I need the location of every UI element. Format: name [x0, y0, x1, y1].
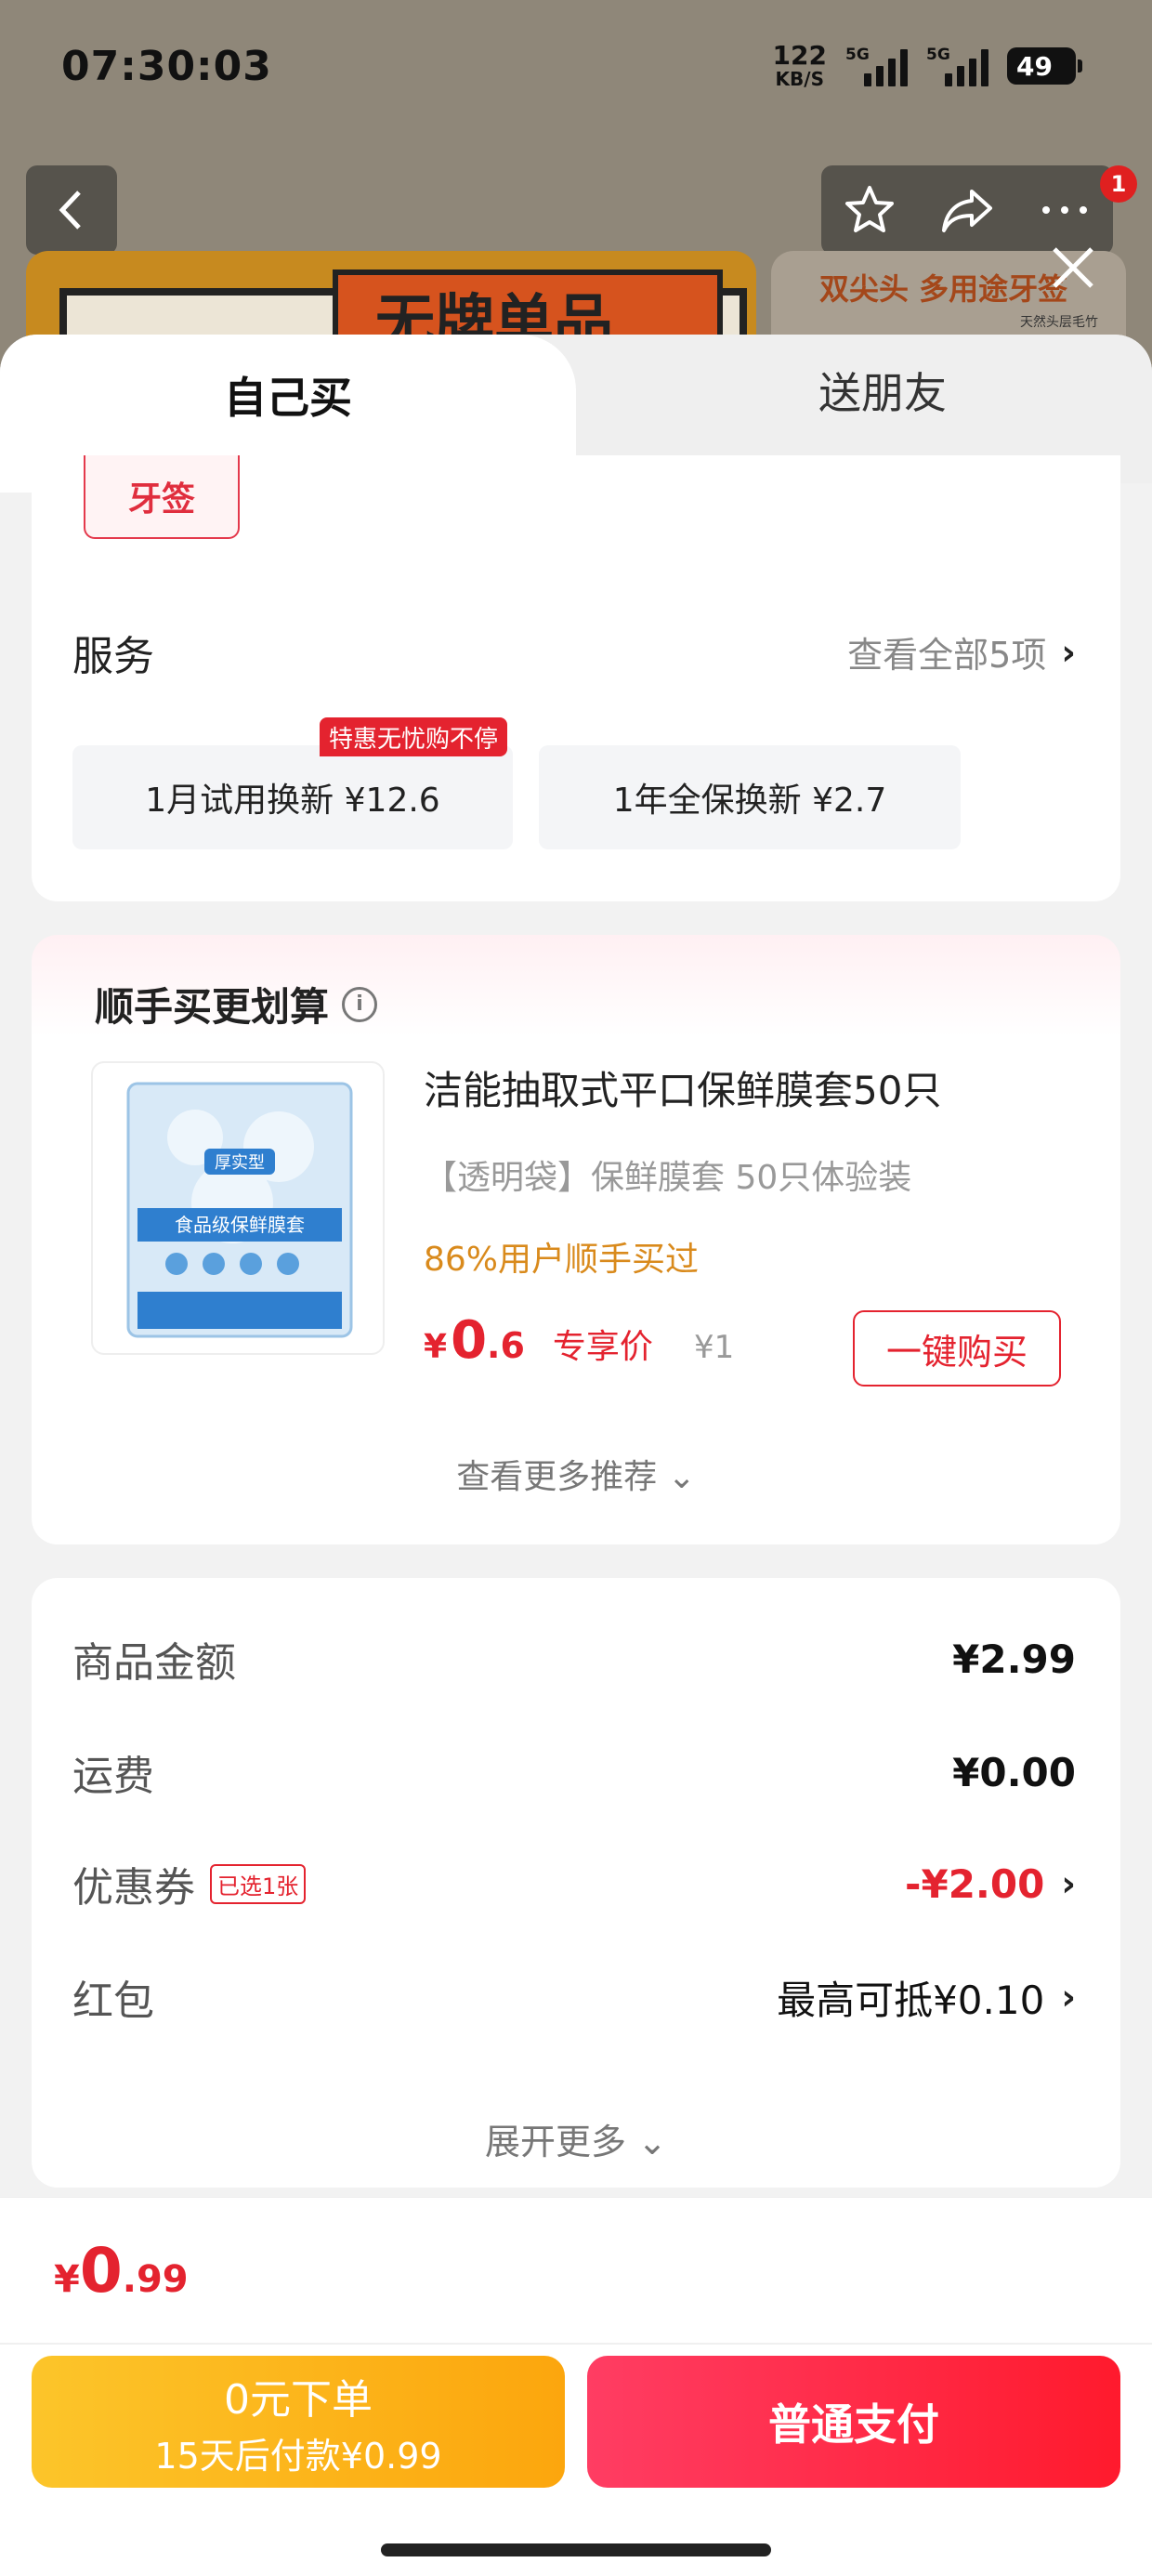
battery-icon: 49 — [1007, 47, 1082, 85]
status-time: 07:30:03 — [61, 43, 272, 90]
home-indicator[interactable] — [381, 2543, 771, 2556]
signal-2-label: 5G — [926, 46, 950, 64]
status-bar: 07:30:03 122 KB/S 5G 5G 49 — [0, 0, 1152, 139]
summary-row-coupon[interactable]: 优惠券 已选1张 -¥2.00 › — [72, 1851, 1076, 1916]
red-packet-label: 红包 — [72, 1978, 154, 2025]
divider — [0, 2343, 1152, 2345]
total-symbol: ¥ — [54, 2258, 80, 2301]
product-package-image: 厚实型 食品级保鲜膜套 — [126, 1082, 353, 1338]
bottom-action-bar: ¥ 0 .99 0元下单 15天后付款¥0.99 普通支付 — [0, 2197, 1152, 2576]
notification-badge: 1 — [1100, 165, 1137, 203]
product-price: ¥ 0 .6 专享价 ¥1 — [424, 1310, 734, 1371]
service-option-trial-replace[interactable]: 1月试用换新 ¥12.6 — [72, 745, 513, 849]
coupon-label-group: 优惠券 已选1张 — [72, 1854, 307, 1913]
goods-amount-value: ¥2.99 — [952, 1636, 1076, 1682]
zero-down-order-button[interactable]: 0元下单 15天后付款¥0.99 — [32, 2356, 565, 2488]
recommendation-title: 顺手买更划算 — [95, 984, 330, 1030]
shipping-value: ¥0.00 — [952, 1749, 1076, 1795]
zero-down-title: 0元下单 — [224, 2375, 373, 2424]
original-price: ¥1 — [693, 1329, 735, 1366]
info-icon[interactable]: i — [342, 986, 378, 1022]
status-icons: 122 KB/S 5G 5G 49 — [772, 40, 1082, 90]
price-symbol: ¥ — [424, 1328, 448, 1366]
more-icon[interactable] — [1037, 201, 1093, 219]
battery-level: 49 — [1016, 50, 1053, 82]
chevron-right-icon: › — [1061, 1977, 1076, 2017]
product-image-label-2: 食品级保鲜膜套 — [175, 1214, 305, 1236]
coupon-label: 优惠券 — [72, 1864, 195, 1912]
product-social-proof: 86%用户顺手买过 — [424, 1241, 700, 1279]
price-summary-card: 商品金额 ¥2.99 运费 ¥0.00 优惠券 已选1张 -¥2.00 › 红包… — [32, 1578, 1120, 2188]
star-icon[interactable] — [842, 182, 897, 238]
service-option-full-protect[interactable]: 1年全保换新 ¥2.7 — [539, 745, 961, 849]
close-icon[interactable] — [1045, 240, 1101, 296]
summary-row-red-packet[interactable]: 红包 最高可抵¥0.10 › — [72, 1965, 1076, 2030]
coupon-value: -¥2.00 — [905, 1860, 1045, 1907]
more-recommendations-link[interactable]: 查看更多推荐 ⌄ — [32, 1450, 1120, 1498]
coupon-selected-badge: 已选1张 — [210, 1863, 307, 1904]
price-integer: 0 — [451, 1310, 488, 1371]
summary-row-shipping: 运费 ¥0.00 — [72, 1740, 1076, 1805]
goods-amount-label: 商品金额 — [72, 1639, 236, 1687]
back-button[interactable] — [26, 165, 117, 255]
chevron-left-icon — [59, 191, 81, 230]
normal-pay-button[interactable]: 普通支付 — [587, 2356, 1120, 2488]
total-price: ¥ 0 .99 — [54, 2235, 189, 2307]
price-decimal: .6 — [487, 1325, 525, 1366]
recommendation-card: 顺手买更划算 i 厚实型 食品级保鲜膜套 洁能抽取式平口保鲜膜套50只 【透明袋… — [32, 935, 1120, 1544]
shipping-label: 运费 — [72, 1753, 154, 1800]
one-click-buy-button[interactable]: 一键购买 — [853, 1310, 1061, 1387]
signal-icon-2: 5G — [926, 46, 988, 86]
banner-right-text: 双尖头 多用途牙签 — [819, 271, 1068, 307]
spec-service-card: 牙签 服务 查看全部5项 › 1月试用换新 ¥12.6 1年全保换新 ¥2.7 … — [32, 455, 1120, 901]
product-spec: 【透明袋】保鲜膜套 50只体验装 — [424, 1159, 912, 1197]
spec-option-selected[interactable]: 牙签 — [84, 455, 240, 539]
red-packet-value: 最高可抵¥0.10 — [777, 1977, 1045, 2023]
total-decimal: .99 — [122, 2258, 189, 2301]
tab-buy-myself-label: 自己买 — [224, 373, 352, 423]
chevron-right-icon: › — [1061, 1863, 1076, 1904]
expand-more-link[interactable]: 展开更多 ⌄ — [32, 2113, 1120, 2164]
network-speed: 122 KB/S — [772, 40, 827, 90]
product-name[interactable]: 洁能抽取式平口保鲜膜套50只 — [424, 1059, 941, 1116]
tab-gift-friend-label: 送朋友 — [818, 368, 947, 418]
zero-down-subtitle: 15天后付款¥0.99 — [154, 2435, 442, 2477]
product-image[interactable]: 厚实型 食品级保鲜膜套 — [91, 1061, 385, 1355]
price-tag: 专享价 — [552, 1328, 653, 1366]
signal-icon: 5G — [845, 46, 908, 86]
product-image-label-1: 厚实型 — [215, 1153, 265, 1173]
service-promo-badge: 特惠无忧购不停 — [320, 717, 508, 756]
net-speed-unit: KB/S — [775, 68, 824, 90]
banner-right-small-text: 天然头层毛竹 — [1020, 315, 1098, 330]
recommendation-header: 顺手买更划算 i — [95, 976, 378, 1032]
chevron-right-icon: › — [1061, 631, 1076, 673]
summary-row-goods: 商品金额 ¥2.99 — [72, 1626, 1076, 1691]
services-title: 服务 — [72, 633, 154, 680]
total-integer: 0 — [79, 2235, 123, 2307]
signal-1-label: 5G — [845, 46, 870, 64]
services-view-all[interactable]: 查看全部5项 › — [847, 626, 1076, 677]
net-speed-value: 122 — [772, 40, 827, 71]
services-view-all-label: 查看全部5项 — [847, 635, 1047, 676]
background-page: 07:30:03 122 KB/S 5G 5G 49 1 无牌单品 双尖头 多用… — [0, 0, 1152, 372]
share-icon[interactable] — [938, 182, 996, 238]
